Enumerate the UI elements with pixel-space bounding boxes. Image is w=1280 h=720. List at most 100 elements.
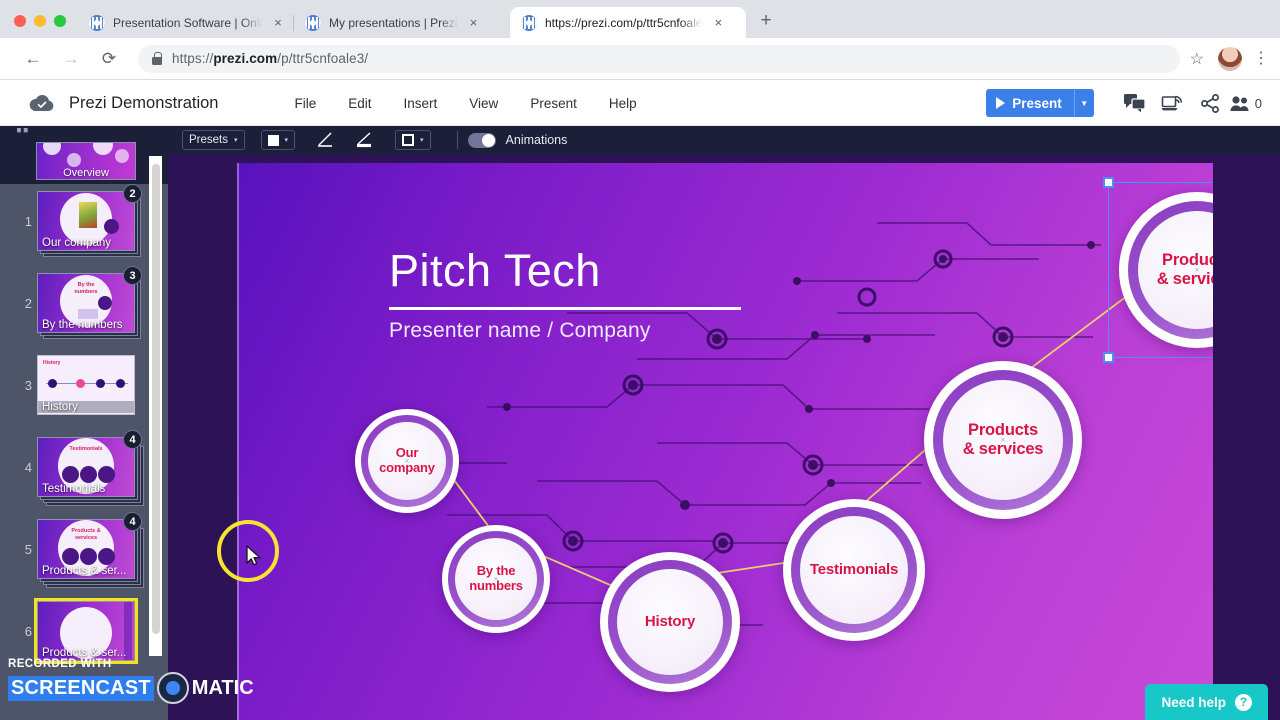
node-label: Testimonials [809,561,899,579]
slides-list[interactable]: 1 Our company 2 2 By the numbers By the … [0,184,160,674]
menu-item-present[interactable]: Present [514,89,593,118]
address-bar[interactable]: https://prezi.com/p/ttr5cnfoale3/ [138,44,1180,73]
play-icon [996,97,1006,109]
list-item[interactable]: 1 Our company 2 [0,184,160,262]
animations-label: Animations [505,133,568,147]
minimize-window-button[interactable] [34,15,46,27]
cloud-saved-icon [29,94,55,112]
node-label: Products& services [1156,251,1213,288]
menu-item-edit[interactable]: Edit [332,89,387,118]
editor-workspace[interactable]: Pitch Tech Presenter name / Company Our c… [168,154,1280,720]
slide-mini-title: Products & services [71,528,101,541]
menu-item-view[interactable]: View [453,89,514,118]
lock-icon [152,52,162,65]
prezi-favicon [89,14,105,31]
slide-thumbnail-stack[interactable]: Products & ser... [34,598,138,664]
close-icon[interactable]: × [710,15,726,31]
node-anchor-icon: × [404,456,410,466]
profile-avatar[interactable] [1218,46,1242,71]
watermark-brand-matic: MATIC [191,676,254,699]
slide-thumbnail-stack[interactable]: Our company 2 [37,184,142,257]
app-menu-bar: File Edit Insert View Present Help [278,89,652,118]
tab-title: My presentations | Prezi [329,15,458,30]
back-icon[interactable]: ← [18,44,48,74]
toolbar-divider [456,131,458,149]
animations-toggle[interactable] [467,132,496,148]
slide-thumbnail-stack[interactable]: Products & services Products & ser... 4 [37,512,144,588]
presets-button[interactable]: Presets ▾ [182,130,245,150]
close-icon[interactable]: × [270,15,286,31]
list-item[interactable]: 2 By the numbers By the numbers 3 [0,266,160,344]
node-products-services[interactable]: Products & services × [924,361,1082,519]
maximize-window-button[interactable] [54,15,66,27]
slide-thumbnail[interactable]: Our company [37,191,135,251]
square-outline-icon [402,134,415,146]
angle-thin-icon [318,132,333,147]
menu-item-file[interactable]: File [278,89,332,118]
slide-thumbnail-stack[interactable]: Testimonials Testimonials 4 [37,430,144,506]
need-help-button[interactable]: Need help ? [1145,684,1268,720]
present-button-main[interactable]: Present [986,89,1074,117]
slide-title-block[interactable]: Pitch Tech Presenter name / Company [389,248,741,343]
node-testimonials[interactable]: Testimonials [783,499,925,641]
node-anchor-icon: × [493,574,499,584]
prezi-app-header: Prezi Demonstration File Edit Insert Vie… [0,81,1280,126]
share-icon[interactable] [1192,89,1230,117]
overview-thumbnail-area: ▌▌ Overview [0,128,168,184]
slide-thumbnail-stack[interactable]: By the numbers By the numbers 3 [37,266,142,339]
new-tab-button[interactable]: + [752,8,780,36]
status-badge: 2 [123,184,142,203]
menu-item-insert[interactable]: Insert [388,89,454,118]
browser-tab-3[interactable]: https://prezi.com/p/ttr5cnfoale × [510,7,746,38]
comments-icon[interactable] [1116,89,1154,117]
list-item[interactable]: 3 History History [0,348,160,426]
line-style-button[interactable] [317,132,334,148]
collaborators-icon[interactable]: 0 [1230,89,1262,117]
node-our-company[interactable]: Our company × [355,409,459,513]
node-by-the-numbers[interactable]: By the numbers × [442,525,550,633]
screencast-watermark: RECORDED WITH SCREENCAST MATIC [8,658,254,704]
slide-thumbnail[interactable]: Products & services Products & ser... [37,519,135,579]
reload-icon[interactable]: ⟳ [94,44,124,74]
screencast-o-matic-logo-icon [156,672,189,704]
list-item[interactable]: 4 Testimonials Testimonials 4 [0,430,160,508]
slide-thumbnail-stack[interactable]: History History [37,355,135,415]
slide-thumbnail-label: Our company [42,237,112,249]
slide-thumbnail-selected[interactable]: Products & ser... [34,598,138,664]
slide-thumbnail-label: Products & ser... [42,565,127,577]
menu-item-help[interactable]: Help [593,89,653,118]
forward-icon[interactable]: → [56,44,86,74]
close-icon[interactable]: × [466,15,482,31]
bookmark-star-icon[interactable]: ☆ [1190,49,1204,69]
editor-toolbar: Overview Presets ▾ ▾ ▾ Animations [0,126,1280,154]
slide-thumbnail-label: Testimonials [42,483,106,495]
fill-color-button[interactable]: ▾ [260,130,296,150]
slide-thumbnail[interactable]: By the numbers By the numbers [37,273,135,333]
present-button[interactable]: Present ▼ [986,89,1094,117]
close-window-button[interactable] [14,15,26,27]
node-history[interactable]: History [600,552,740,692]
slide-number: 3 [24,378,32,393]
present-remote-icon[interactable] [1154,89,1192,117]
slides-sidebar: ▌▌ Overview 1 Our company 2 [0,128,168,720]
chevron-down-icon[interactable]: ▼ [1073,89,1094,117]
list-item[interactable]: 5 Products & services Products & ser... 4 [0,512,160,590]
slide-canvas[interactable]: Pitch Tech Presenter name / Company Our c… [237,163,1213,720]
browser-tab-2[interactable]: My presentations | Prezi × [293,7,510,38]
slide-mini-title: Testimonials [69,446,103,452]
line-weight-button[interactable] [356,132,373,148]
overview-thumbnail[interactable]: Overview [36,142,136,180]
tab-title: https://prezi.com/p/ttr5cnfoale [545,15,703,30]
slide-thumbnail-label: By the numbers [42,319,123,331]
collapse-sidebar-icon[interactable]: ▌▌ [17,128,32,132]
slide-thumbnail[interactable]: Testimonials Testimonials [37,437,135,497]
slide-number: 2 [24,296,32,311]
sidebar-scrollbar-thumb[interactable] [151,164,160,634]
browser-tab-1[interactable]: Presentation Software | Online × [78,7,294,38]
slide-thumbnail[interactable]: History History [37,355,135,415]
browser-menu-icon[interactable]: ⋮ [1252,50,1270,66]
sidebar-scrollbar[interactable] [149,156,162,656]
shape-border-button[interactable]: ▾ [395,130,431,150]
page-title: Prezi Demonstration [69,93,219,112]
prezi-favicon [305,14,321,31]
